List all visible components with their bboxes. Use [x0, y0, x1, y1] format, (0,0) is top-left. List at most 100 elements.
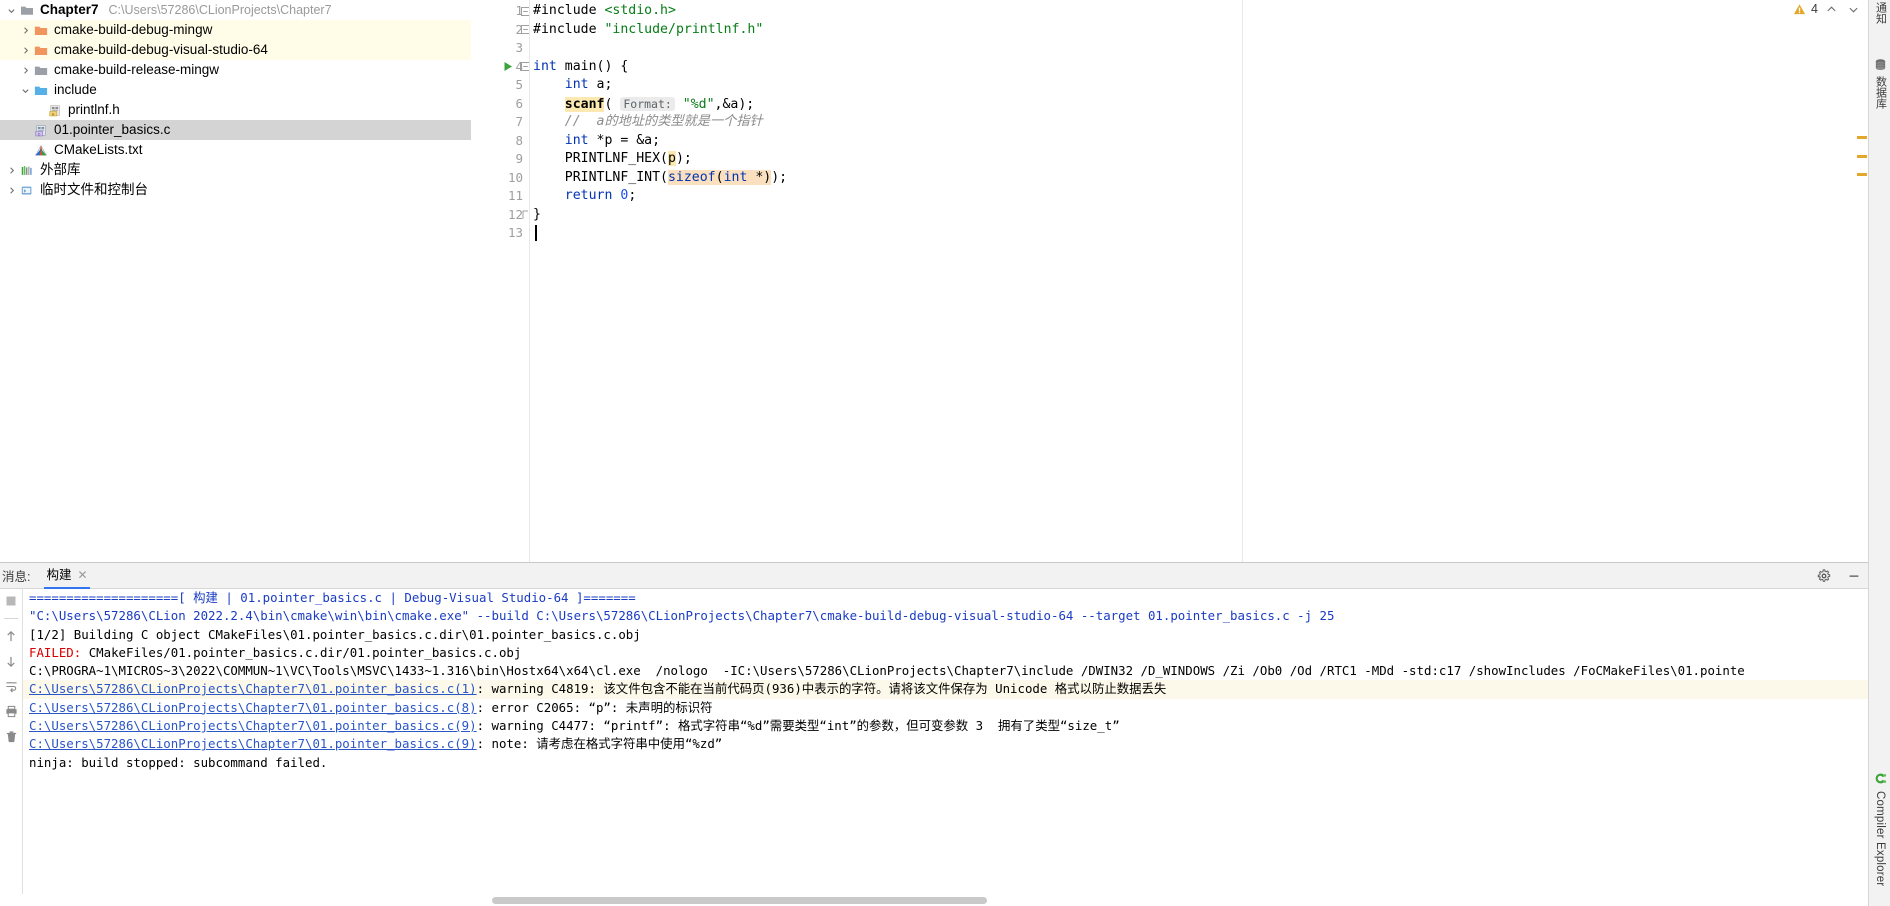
editor-gutter[interactable]: 1 2 3 4 5 6 7 8 9 10 11 12 13 — [471, 0, 530, 562]
stripe-warning-mark[interactable] — [1857, 136, 1867, 139]
tree-root-row[interactable]: Chapter7 C:\Users\57286\CLionProjects\Ch… — [0, 0, 471, 20]
chevron-down-icon[interactable] — [18, 86, 32, 95]
tree-item-label: printlnf.h — [68, 102, 120, 117]
stripe-warning-mark[interactable] — [1857, 155, 1867, 158]
build-panel-title: 消息: — [2, 570, 31, 584]
console-file-link[interactable]: C:\Users\57286\CLionProjects\Chapter7\01… — [29, 736, 477, 751]
project-tool-window[interactable]: Chapter7 C:\Users\57286\CLionProjects\Ch… — [0, 0, 471, 562]
code-editor[interactable]: 1 2 3 4 5 6 7 8 9 10 11 12 13 #include <stdio.h> #inc… — [471, 0, 1868, 562]
chevron-right-icon[interactable] — [4, 186, 18, 195]
h-file-icon: H — [46, 102, 64, 118]
code-line[interactable]: PRINTLNF_HEX(p); — [533, 150, 692, 169]
toolbar-divider — [4, 618, 18, 619]
tree-item-cmake-build-debug-visual-studio-64[interactable]: cmake-build-debug-visual-studio-64 — [0, 40, 471, 60]
console-file-link[interactable]: C:\Users\57286\CLionProjects\Chapter7\01… — [29, 700, 477, 715]
clear-all-icon[interactable] — [3, 728, 19, 744]
build-output-console[interactable]: ====================[ 构建 | 01.pointer_ba… — [22, 589, 1868, 894]
code-line[interactable]: // a的地址的类型就是一个指针 — [533, 113, 763, 132]
tab-build[interactable]: 构建 ✕ — [44, 562, 90, 589]
stop-icon[interactable] — [3, 593, 19, 609]
tree-item--[interactable]: 外部库 — [0, 160, 471, 180]
clion-window: Chapter7 C:\Users\57286\CLionProjects\Ch… — [0, 0, 1890, 906]
tree-item-cmakelists-txt[interactable]: CMakeLists.txt — [0, 140, 471, 160]
right-tool-notifications[interactable]: 通知 — [1869, 2, 1890, 24]
chevron-up-icon[interactable] — [1823, 4, 1840, 15]
tree-item-label: include — [54, 82, 97, 97]
tree-item-printlnf-h[interactable]: Hprintlnf.h — [0, 100, 471, 120]
console-text: C:\PROGRA~1\MICROS~3\2022\COMMUN~1\VC\To… — [29, 663, 1745, 679]
tree-item-cmake-build-release-mingw[interactable]: cmake-build-release-mingw — [0, 60, 471, 80]
tree-item-label: cmake-build-release-mingw — [54, 62, 220, 77]
console-file-link[interactable]: C:\Users\57286\CLionProjects\Chapter7\01… — [29, 718, 477, 733]
console-line[interactable]: C:\PROGRA~1\MICROS~3\2022\COMMUN~1\VC\To… — [23, 662, 1868, 680]
chevron-down-icon[interactable] — [1845, 4, 1862, 15]
console-line[interactable]: ninja: build stopped: subcommand failed. — [23, 754, 1868, 772]
code-line[interactable]: int main() { — [533, 58, 628, 77]
soft-wrap-icon[interactable] — [3, 678, 19, 694]
line-number: 12 — [507, 206, 523, 222]
code-line[interactable]: return 0; — [533, 187, 637, 206]
print-icon[interactable] — [3, 703, 19, 719]
console-horizontal-scrollbar[interactable] — [22, 894, 1868, 906]
tree-item--[interactable]: 临时文件和控制台 — [0, 180, 471, 200]
console-line[interactable]: C:\Users\57286\CLionProjects\Chapter7\01… — [23, 699, 1868, 717]
database-icon — [1874, 58, 1887, 74]
code-line[interactable]: int a; — [533, 76, 613, 95]
right-tool-strip[interactable]: 通知 数据库 Compiler Explorer — [1868, 0, 1890, 906]
code-line[interactable]: #include "include/printlnf.h" — [533, 21, 763, 40]
inspection-stripe[interactable] — [1854, 0, 1868, 562]
minimize-icon[interactable] — [1846, 568, 1862, 584]
right-tool-compiler-explorer[interactable]: Compiler Explorer — [1869, 772, 1890, 886]
code-line[interactable] — [533, 39, 541, 58]
code-line[interactable]: scanf( Format: "%d",&a); — [533, 95, 754, 114]
chevron-right-icon[interactable] — [18, 66, 32, 75]
tree-item-cmake-build-debug-mingw[interactable]: cmake-build-debug-mingw — [0, 20, 471, 40]
build-panel-actions[interactable] — [1816, 563, 1862, 589]
tree-item-label: cmake-build-debug-visual-studio-64 — [54, 42, 268, 57]
prev-occurrence-icon[interactable] — [3, 628, 19, 644]
code-line[interactable]: #include <stdio.h> — [533, 2, 676, 21]
line-number: 2 — [515, 21, 523, 37]
console-line[interactable]: FAILED: CMakeFiles/01.pointer_basics.c.d… — [23, 644, 1868, 662]
c-file-icon: C — [32, 122, 50, 138]
tree-item-label: 外部库 — [40, 162, 81, 177]
line-number: 1 — [515, 3, 523, 18]
inspection-widget[interactable]: 4 — [1793, 2, 1862, 16]
console-line[interactable]: C:\Users\57286\CLionProjects\Chapter7\01… — [23, 680, 1868, 699]
code-line[interactable]: PRINTLNF_INT(sizeof(int *)); — [533, 169, 787, 188]
console-line[interactable]: C:\Users\57286\CLionProjects\Chapter7\01… — [23, 717, 1868, 735]
text-caret — [535, 225, 537, 241]
code-content[interactable]: #include <stdio.h> #include "include/prin… — [533, 0, 1868, 562]
scratches-icon — [18, 182, 36, 198]
console-line[interactable]: "C:\Users\57286\CLion 2022.2.4\bin\cmake… — [23, 607, 1868, 625]
build-panel-toolbar[interactable] — [0, 589, 22, 906]
tree-item-include[interactable]: include — [0, 80, 471, 100]
chevron-right-icon[interactable] — [18, 26, 32, 35]
right-tool-database[interactable]: 数据库 — [1869, 58, 1890, 109]
stripe-warning-mark[interactable] — [1857, 173, 1867, 176]
tree-item-01-pointer-basics-c[interactable]: C 01.pointer_basics.c — [0, 120, 471, 140]
line-number: 6 — [515, 95, 523, 111]
gear-icon[interactable] — [1816, 568, 1832, 584]
console-line[interactable]: ====================[ 构建 | 01.pointer_ba… — [23, 589, 1868, 607]
scrollbar-thumb[interactable] — [492, 897, 987, 904]
build-panel-header: 消息: 构建 ✕ — [0, 563, 1868, 589]
close-icon[interactable]: ✕ — [78, 562, 88, 588]
tree-item-label: 01.pointer_basics.c — [54, 122, 171, 137]
database-label: 数据库 — [1874, 76, 1887, 109]
console-line[interactable]: C:\Users\57286\CLionProjects\Chapter7\01… — [23, 735, 1868, 753]
console-text: FAILED: — [29, 644, 89, 660]
chevron-down-icon[interactable] — [4, 6, 18, 15]
code-line[interactable]: } — [533, 206, 541, 225]
console-text: ninja: build stopped: subcommand failed. — [29, 754, 328, 770]
next-occurrence-icon[interactable] — [3, 653, 19, 669]
console-file-link[interactable]: C:\Users\57286\CLionProjects\Chapter7\01… — [29, 681, 477, 696]
line-number: 13 — [507, 225, 523, 240]
run-gutter-icon[interactable] — [502, 58, 514, 77]
warning-triangle-icon — [1793, 3, 1806, 16]
chevron-right-icon[interactable] — [18, 46, 32, 55]
console-line[interactable]: [1/2] Building C object CMakeFiles\01.po… — [23, 626, 1868, 644]
chevron-right-icon[interactable] — [4, 166, 18, 175]
build-tool-window[interactable]: 消息: 构建 ✕ ====================[构建 | 01.p… — [0, 562, 1868, 906]
code-line[interactable]: int *p = &a; — [533, 132, 660, 151]
